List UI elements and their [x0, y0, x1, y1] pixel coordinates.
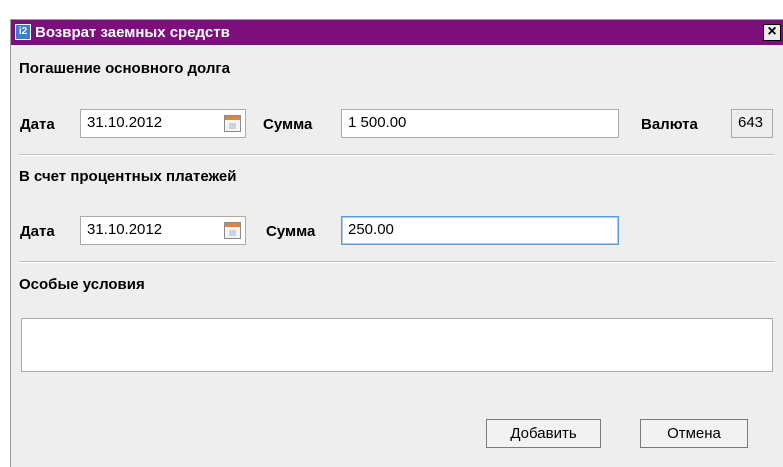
principal-date-field[interactable]: 31.10.2012 — [80, 109, 246, 138]
principal-date-value: 31.10.2012 — [87, 114, 163, 131]
calendar-icon[interactable] — [224, 115, 241, 132]
interest-amount-field[interactable]: 250.00 — [341, 216, 619, 245]
title-bar: i2 Возврат заемных средств × — [11, 20, 783, 45]
principal-amount-value: 1 500.00 — [348, 114, 407, 131]
interest-amount-value: 250.00 — [348, 221, 394, 238]
close-icon[interactable]: × — [763, 24, 781, 41]
principal-amount-label: Сумма — [263, 116, 313, 133]
currency-field: 643 — [731, 109, 773, 138]
calendar-icon[interactable] — [224, 222, 241, 239]
window-title: Возврат заемных средств — [35, 24, 230, 41]
separator-2 — [19, 261, 775, 263]
app-icon: i2 — [15, 24, 31, 40]
principal-amount-field[interactable]: 1 500.00 — [341, 109, 619, 138]
add-button[interactable]: Добавить — [486, 419, 601, 448]
currency-value: 643 — [738, 114, 764, 131]
dialog-window: i2 Возврат заемных средств × Погашение о… — [10, 19, 783, 467]
cancel-button[interactable]: Отмена — [640, 419, 748, 448]
interest-date-field[interactable]: 31.10.2012 — [80, 216, 246, 245]
interest-date-label: Дата — [20, 223, 55, 240]
interest-date-value: 31.10.2012 — [87, 221, 163, 238]
special-conditions-textarea[interactable] — [21, 318, 773, 372]
interest-amount-label: Сумма — [266, 223, 316, 240]
principal-date-label: Дата — [20, 116, 55, 133]
special-conditions-title: Особые условия — [19, 276, 145, 293]
separator-1 — [19, 154, 775, 156]
principal-section-title: Погашение основного долга — [19, 60, 230, 77]
currency-label: Валюта — [641, 116, 698, 133]
interest-section-title: В счет процентных платежей — [19, 168, 237, 185]
